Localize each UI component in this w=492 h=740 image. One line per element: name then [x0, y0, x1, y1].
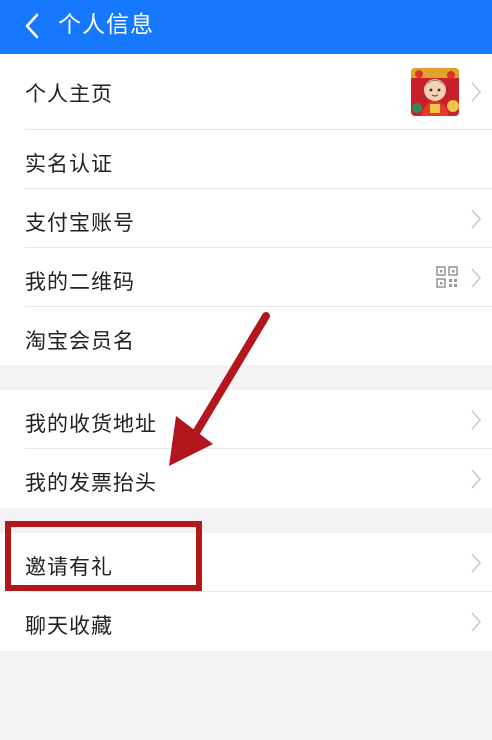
- chevron-right-icon: [471, 82, 482, 102]
- avatar-image: [411, 68, 459, 116]
- list-item-label: 淘宝会员名: [25, 329, 135, 353]
- list-item-invite-gift[interactable]: 邀请有礼: [0, 533, 492, 592]
- list-item-label: 个人主页: [25, 82, 113, 106]
- list-item-label: 支付宝账号: [25, 211, 135, 235]
- list-item-label: 我的发票抬头: [25, 471, 157, 495]
- list-item-label: 邀请有礼: [25, 555, 113, 579]
- qr-code-icon: [436, 266, 458, 288]
- list-item-chat-favorites[interactable]: 聊天收藏: [0, 592, 492, 651]
- screen: 个人信息 个人主页 实名认证 支付宝账号 我的二维码 淘宝会员名 我的收货地址 …: [0, 0, 492, 740]
- invite-group: 邀请有礼 聊天收藏: [0, 533, 492, 651]
- list-item-label: 我的收货地址: [25, 412, 157, 436]
- chevron-left-icon: [25, 13, 39, 39]
- avatar[interactable]: [411, 68, 459, 116]
- list-item-alipay-account[interactable]: 支付宝账号: [0, 189, 492, 248]
- list-item-real-name[interactable]: 实名认证: [0, 130, 492, 189]
- chevron-right-icon: [471, 612, 482, 632]
- list-item-label: 聊天收藏: [25, 614, 113, 638]
- chevron-right-icon: [471, 410, 482, 430]
- chevron-right-icon: [471, 268, 482, 288]
- chevron-right-icon: [471, 553, 482, 573]
- chevron-right-icon: [471, 209, 482, 229]
- address-group: 我的收货地址 我的发票抬头: [0, 390, 492, 508]
- back-button[interactable]: [18, 9, 48, 43]
- list-item-label: 实名认证: [25, 152, 113, 176]
- header-bar: 个人信息: [0, 0, 492, 54]
- list-item-invoice-title[interactable]: 我的发票抬头: [0, 449, 492, 508]
- list-item-label: 我的二维码: [25, 270, 135, 294]
- list-item-my-qr-code[interactable]: 我的二维码: [0, 248, 492, 307]
- chevron-right-icon: [471, 469, 482, 489]
- list-item-taobao-member[interactable]: 淘宝会员名: [0, 307, 492, 365]
- list-item-shipping-address[interactable]: 我的收货地址: [0, 390, 492, 449]
- page-title: 个人信息: [58, 12, 154, 38]
